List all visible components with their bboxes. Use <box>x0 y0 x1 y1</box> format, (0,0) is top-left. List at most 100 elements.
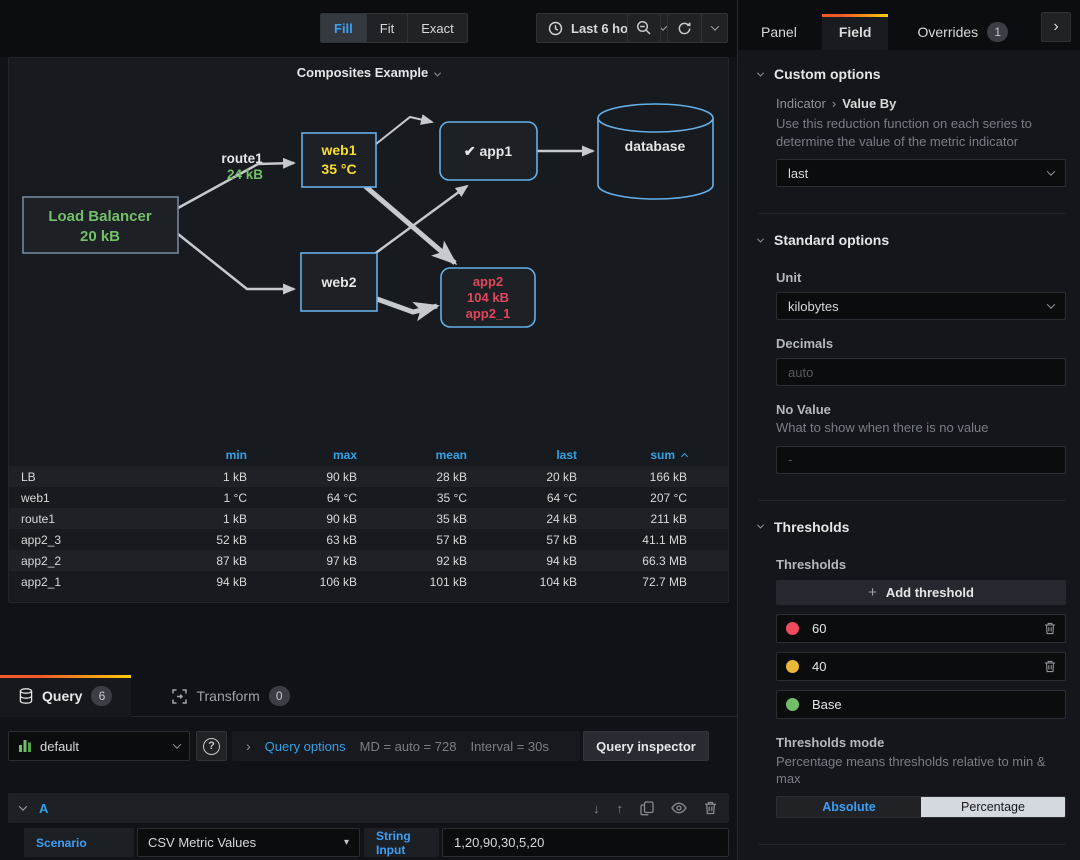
header-mean[interactable]: mean <box>357 448 467 462</box>
svg-text:✔ app1: ✔ app1 <box>464 143 513 159</box>
scenario-value: CSV Metric Values <box>148 835 257 850</box>
query-editor-a: A ↓ ↑ Scenario CSV Metric Values ▾ Strin… <box>8 793 729 860</box>
web1-label: web1 <box>320 142 356 158</box>
cell-last: 24 kB <box>546 511 577 526</box>
chevron-down-icon <box>756 235 765 243</box>
node-database[interactable]: database <box>597 103 714 200</box>
cell-last: 104 kB <box>539 574 577 589</box>
trash-icon <box>1044 660 1056 672</box>
breadcrumb-separator: › <box>831 96 837 111</box>
string-input-label: String Input <box>364 828 439 857</box>
max-datapoints-text: MD = auto = 728 <box>359 738 457 754</box>
row-name: LB <box>21 469 36 484</box>
cell-max: 90 kB <box>326 469 357 484</box>
tab-query[interactable]: Query 6 <box>0 675 132 717</box>
table-row[interactable]: route1 1 kB 90 kB 35 kB 24 kB 211 kB <box>9 508 728 529</box>
datasource-help-button[interactable]: ? <box>196 731 227 761</box>
cell-mean: 35 °C <box>436 490 467 505</box>
scenario-select[interactable]: CSV Metric Values ▾ <box>137 828 360 857</box>
value-by-select[interactable]: last <box>776 159 1066 188</box>
edge-web2-app1 <box>372 184 469 257</box>
no-value-input[interactable] <box>776 445 1066 474</box>
chevron-right-icon: › <box>246 738 251 754</box>
table-row[interactable]: web1 1 °C 64 °C 35 °C 64 °C 207 °C <box>9 487 728 508</box>
table-row[interactable]: app2_2 87 kB 97 kB 92 kB 94 kB 66.3 MB <box>9 550 728 571</box>
add-threshold-button[interactable]: + Add threshold <box>776 579 1066 605</box>
collapse-query-icon[interactable] <box>18 802 28 811</box>
thresholds-header[interactable]: Thresholds <box>756 519 1066 535</box>
database-icon <box>19 688 33 704</box>
query-a-header[interactable]: A ↓ ↑ <box>8 793 729 823</box>
top-toolbar: Fill Fit Exact Last 6 hours <box>0 0 737 57</box>
duplicate-query-button[interactable] <box>640 800 654 816</box>
table-row[interactable]: app2_3 52 kB 63 kB 57 kB 57 kB 41.1 MB <box>9 529 728 550</box>
threshold-color-dot[interactable] <box>786 697 799 711</box>
standard-options-section: Standard options Unit kilobytes Decimals… <box>756 214 1066 501</box>
node-web1[interactable]: web1 35 °C <box>301 132 377 188</box>
app1-label: app1 <box>476 143 513 159</box>
custom-options-header[interactable]: Custom options <box>756 66 1066 82</box>
table-row[interactable]: LB 1 kB 90 kB 28 kB 20 kB 166 kB <box>9 466 728 487</box>
move-query-down-button[interactable]: ↓ <box>593 801 600 816</box>
field-options-content: Custom options Indicator › Value By Use th… <box>738 50 1080 860</box>
datasource-name: default <box>40 738 80 754</box>
table-header-row: min max mean last sum <box>9 444 728 466</box>
zoom-out-button[interactable] <box>627 13 661 43</box>
threshold-row: 60 <box>776 613 1066 643</box>
tab-transform[interactable]: Transform 0 <box>153 675 308 717</box>
decimals-input[interactable] <box>776 358 1066 387</box>
trash-icon <box>1044 622 1056 634</box>
refresh-button[interactable] <box>668 14 701 42</box>
section-title: Standard options <box>774 232 890 249</box>
mode-fill-button[interactable]: Fill <box>321 14 367 42</box>
collapse-sidebar-button[interactable]: › <box>1041 12 1071 42</box>
no-value-label: No Value <box>776 402 831 418</box>
app-root: Fill Fit Exact Last 6 hours Composites E… <box>0 0 1080 860</box>
node-web2[interactable]: web2 <box>300 252 378 312</box>
delete-query-button[interactable] <box>704 801 717 815</box>
cell-mean: 35 kB <box>436 511 467 526</box>
header-last[interactable]: last <box>467 448 577 462</box>
query-options-bar[interactable]: › Query options MD = auto = 728 Interval… <box>232 731 580 761</box>
threshold-value[interactable]: 40 <box>812 659 826 674</box>
node-load-balancer[interactable]: Load Balancer 20 kB <box>22 196 179 254</box>
delete-threshold-button[interactable] <box>1044 660 1056 673</box>
cell-min: 1 kB <box>222 511 247 526</box>
custom-options-section: Custom options Indicator › Value By Use th… <box>756 66 1066 215</box>
threshold-value[interactable]: 60 <box>812 621 826 636</box>
zoom-out-icon <box>636 20 651 35</box>
threshold-color-dot[interactable] <box>786 621 799 635</box>
string-input-field[interactable] <box>442 828 729 857</box>
thresholds-section: Thresholds Thresholds + Add threshold 60 <box>756 501 1066 845</box>
mode-percentage-button[interactable]: Percentage <box>921 796 1065 817</box>
database-label: database <box>625 138 686 154</box>
header-max[interactable]: max <box>247 448 357 462</box>
table-row[interactable]: app2_1 94 kB 106 kB 101 kB 104 kB 72.7 M… <box>9 571 728 592</box>
mode-absolute-button[interactable]: Absolute <box>777 796 921 817</box>
tab-panel[interactable]: Panel <box>744 14 814 50</box>
tab-overrides[interactable]: Overrides 1 <box>900 14 1025 50</box>
datasource-picker[interactable]: default <box>8 731 190 761</box>
mode-fit-button[interactable]: Fit <box>367 14 409 42</box>
standard-options-header[interactable]: Standard options <box>756 232 1066 249</box>
toggle-query-visibility-button[interactable] <box>671 802 687 814</box>
cell-max: 97 kB <box>326 553 357 568</box>
move-query-up-button[interactable]: ↑ <box>617 801 624 816</box>
no-value-description: What to show when there is no value <box>776 420 989 436</box>
header-min[interactable]: min <box>137 448 247 462</box>
tab-field[interactable]: Field <box>821 14 889 50</box>
unit-select[interactable]: kilobytes <box>776 292 1066 321</box>
cell-max: 90 kB <box>326 511 357 526</box>
overrides-count-badge: 1 <box>987 22 1009 42</box>
query-ref-id: A <box>39 800 49 816</box>
query-inspector-button[interactable]: Query inspector <box>583 731 709 761</box>
threshold-color-dot[interactable] <box>786 659 799 673</box>
mode-exact-button[interactable]: Exact <box>408 14 467 42</box>
node-app2[interactable]: app2 104 kB app2_1 <box>440 267 536 328</box>
unit-label: Unit <box>776 270 802 286</box>
node-app1[interactable]: ✔ app1 <box>439 121 538 181</box>
scenario-row: Scenario CSV Metric Values ▾ String Inpu… <box>8 828 729 857</box>
delete-threshold-button[interactable] <box>1044 622 1056 635</box>
refresh-interval-dropdown[interactable] <box>701 14 727 42</box>
header-sum[interactable]: sum <box>577 448 689 462</box>
